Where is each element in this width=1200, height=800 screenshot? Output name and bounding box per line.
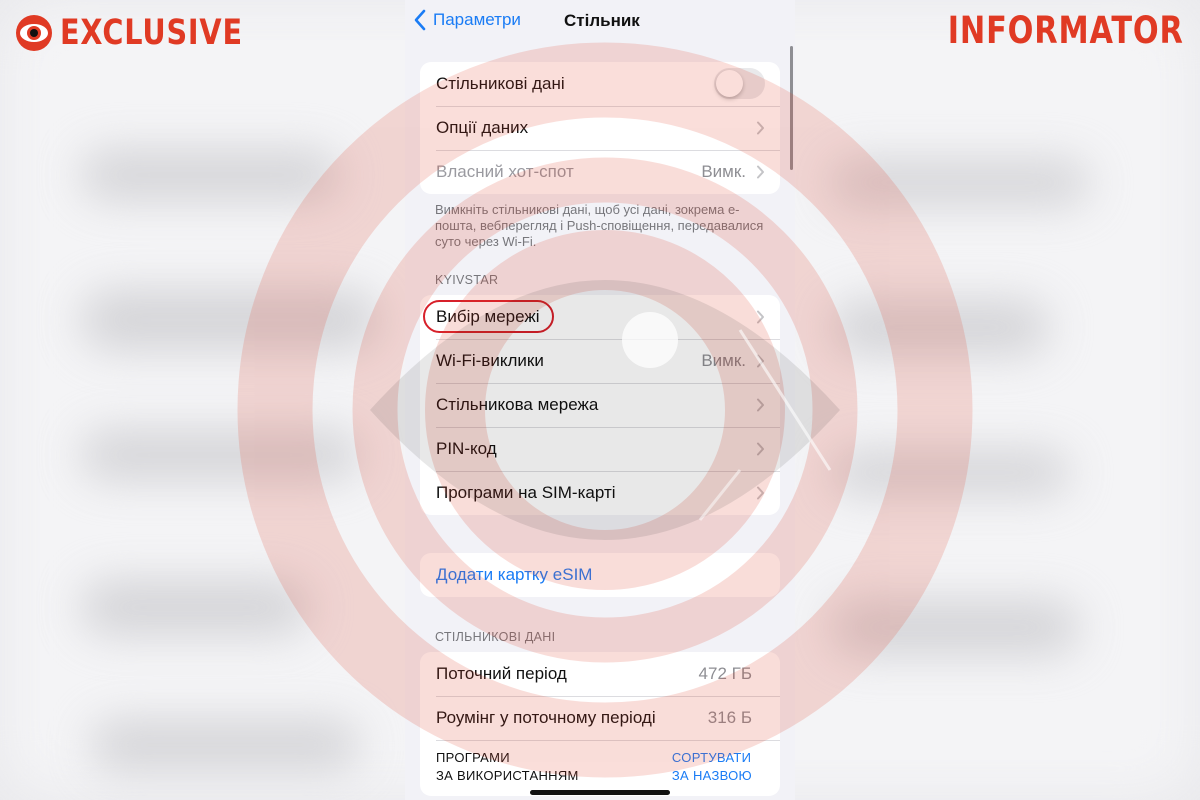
row-sim-applications[interactable]: Програми на SIM-карті — [420, 471, 780, 515]
row-label: Власний хот-спот — [436, 162, 574, 181]
toggle-knob — [716, 70, 743, 97]
sort-by-name-button[interactable]: СОРТУВАТИ ЗА НАЗВОЮ — [672, 749, 752, 785]
row-roaming-period: Роумінг у поточному періоді 316 Б — [420, 696, 780, 740]
row-label: Програми на SIM-карті — [436, 483, 616, 502]
row-personal-hotspot[interactable]: Власний хот-спот Вимк. — [420, 150, 780, 194]
row-current-period: Поточний період 472 ГБ — [420, 652, 780, 696]
chevron-left-icon — [414, 9, 426, 31]
informator-logo: INFORMATOR — [948, 9, 1184, 52]
nav-bar: Параметри Стільник — [405, 0, 795, 44]
cellular-data-section-header: СТІЛЬНИКОВІ ДАНІ — [435, 630, 556, 644]
page-title: Стільник — [564, 11, 640, 30]
chevron-right-icon — [757, 398, 764, 412]
exclusive-logo: EXCLUSIVE — [14, 12, 283, 54]
row-label: Роумінг у поточному періоді — [436, 708, 656, 727]
scrollbar[interactable] — [790, 46, 793, 170]
row-value: 472 ГБ — [698, 664, 752, 683]
eye-logo-icon — [16, 15, 52, 51]
row-network-selection[interactable]: Вибір мережі — [420, 295, 780, 339]
row-label: Стільникова мережа — [436, 395, 599, 414]
row-label: Додати картку eSIM — [436, 565, 593, 584]
row-label: Стільникові дані — [436, 74, 565, 93]
row-cellular-network[interactable]: Стільникова мережа — [420, 383, 780, 427]
home-indicator[interactable] — [530, 790, 670, 795]
sort-label-line1: СОРТУВАТИ — [671, 750, 752, 765]
cellular-data-footnote: Вимкніть стільникові дані, щоб усі дані,… — [435, 202, 764, 249]
sort-label-line2: ЗА НАЗВОЮ — [671, 768, 752, 783]
cellular-data-toggle[interactable] — [714, 68, 765, 99]
add-esim-button[interactable]: Додати картку eSIM — [420, 553, 780, 597]
chevron-right-icon — [757, 354, 764, 368]
row-label: Опції даних — [436, 118, 529, 137]
carrier-section-header: KYIVSTAR — [435, 273, 499, 287]
row-label: Поточний період — [436, 664, 567, 683]
chevron-right-icon — [757, 165, 764, 179]
row-cellular-data[interactable]: Стільникові дані — [420, 62, 780, 106]
usage-group: Поточний період 472 ГБ Роумінг у поточно… — [420, 652, 780, 796]
row-data-options[interactable]: Опції даних — [420, 106, 780, 150]
chevron-right-icon — [757, 486, 764, 500]
row-pin-code[interactable]: PIN-код — [420, 427, 780, 471]
row-value: Вимк. — [701, 162, 746, 181]
chevron-right-icon — [757, 310, 764, 324]
apps-label-line2: ЗА ВИКОРИСТАННЯМ — [436, 768, 579, 783]
esim-group: Додати картку eSIM — [420, 553, 780, 597]
back-label: Параметри — [433, 10, 521, 29]
row-label: PIN-код — [436, 439, 497, 458]
settings-screen: Параметри Стільник Стільникові дані Опці… — [405, 0, 795, 800]
row-wifi-calling[interactable]: Wi-Fi-виклики Вимк. — [420, 339, 780, 383]
row-value: Вимк. — [701, 351, 746, 370]
row-value: 316 Б — [707, 708, 752, 727]
apps-by-usage-label: ПРОГРАМИ ЗА ВИКОРИСТАННЯМ — [436, 749, 579, 785]
apps-label-line1: ПРОГРАМИ — [436, 750, 510, 765]
exclusive-label: EXCLUSIVE — [60, 12, 243, 53]
chevron-right-icon — [757, 442, 764, 456]
cellular-data-group: Стільникові дані Опції даних Власний хот… — [420, 62, 780, 194]
row-label: Wi-Fi-виклики — [436, 351, 544, 370]
back-button[interactable]: Параметри — [413, 9, 521, 31]
carrier-group: Вибір мережі Wi-Fi-виклики Вимк. Стільни… — [420, 295, 780, 515]
chevron-right-icon — [757, 121, 764, 135]
highlight-ring — [423, 300, 554, 333]
apps-usage-header: ПРОГРАМИ ЗА ВИКОРИСТАННЯМ СОРТУВАТИ ЗА Н… — [420, 740, 780, 796]
